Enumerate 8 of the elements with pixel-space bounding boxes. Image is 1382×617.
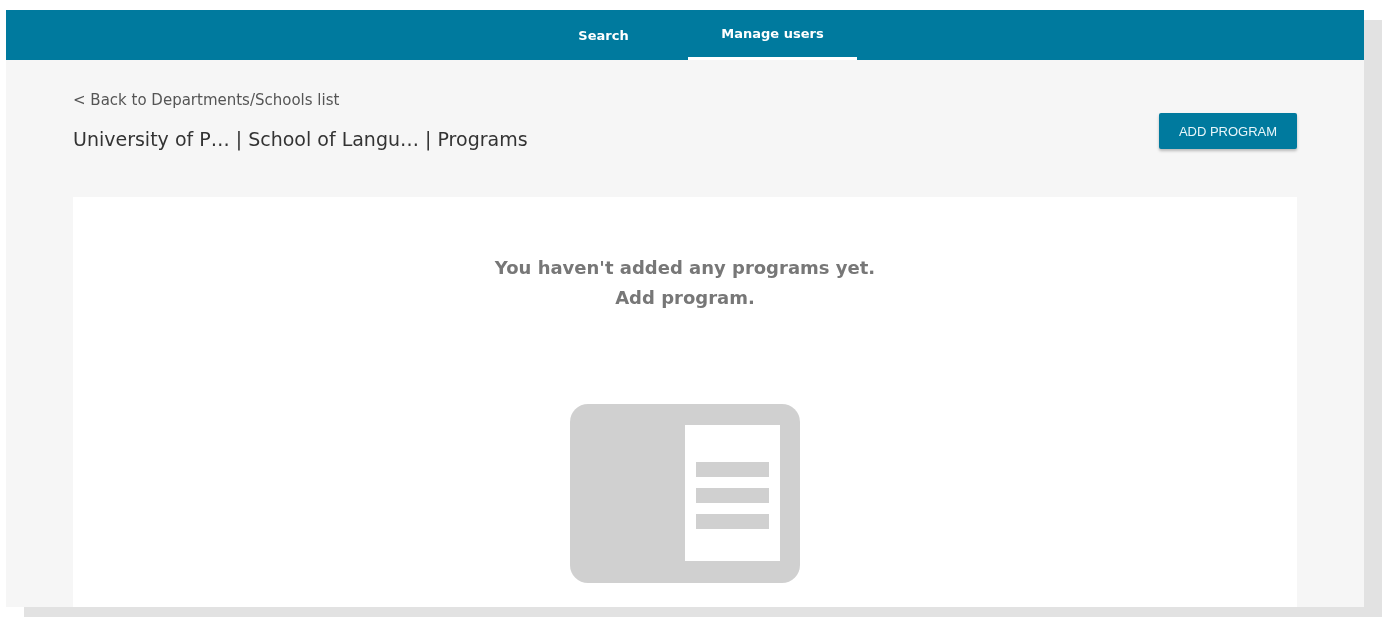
empty-message: You haven't added any programs yet. (494, 256, 876, 280)
document-card-icon (570, 404, 800, 583)
back-link[interactable]: < Back to Departments/Schools list (73, 91, 528, 109)
nav-tab[interactable]: Manage users (688, 10, 857, 60)
add-program-button[interactable]: ADD PROGRAM (1159, 113, 1297, 149)
empty-hint: Add program. (615, 286, 755, 310)
breadcrumb: University of P… | School of Langu… | Programs (73, 128, 528, 150)
nav-tab[interactable]: Search (519, 10, 688, 60)
